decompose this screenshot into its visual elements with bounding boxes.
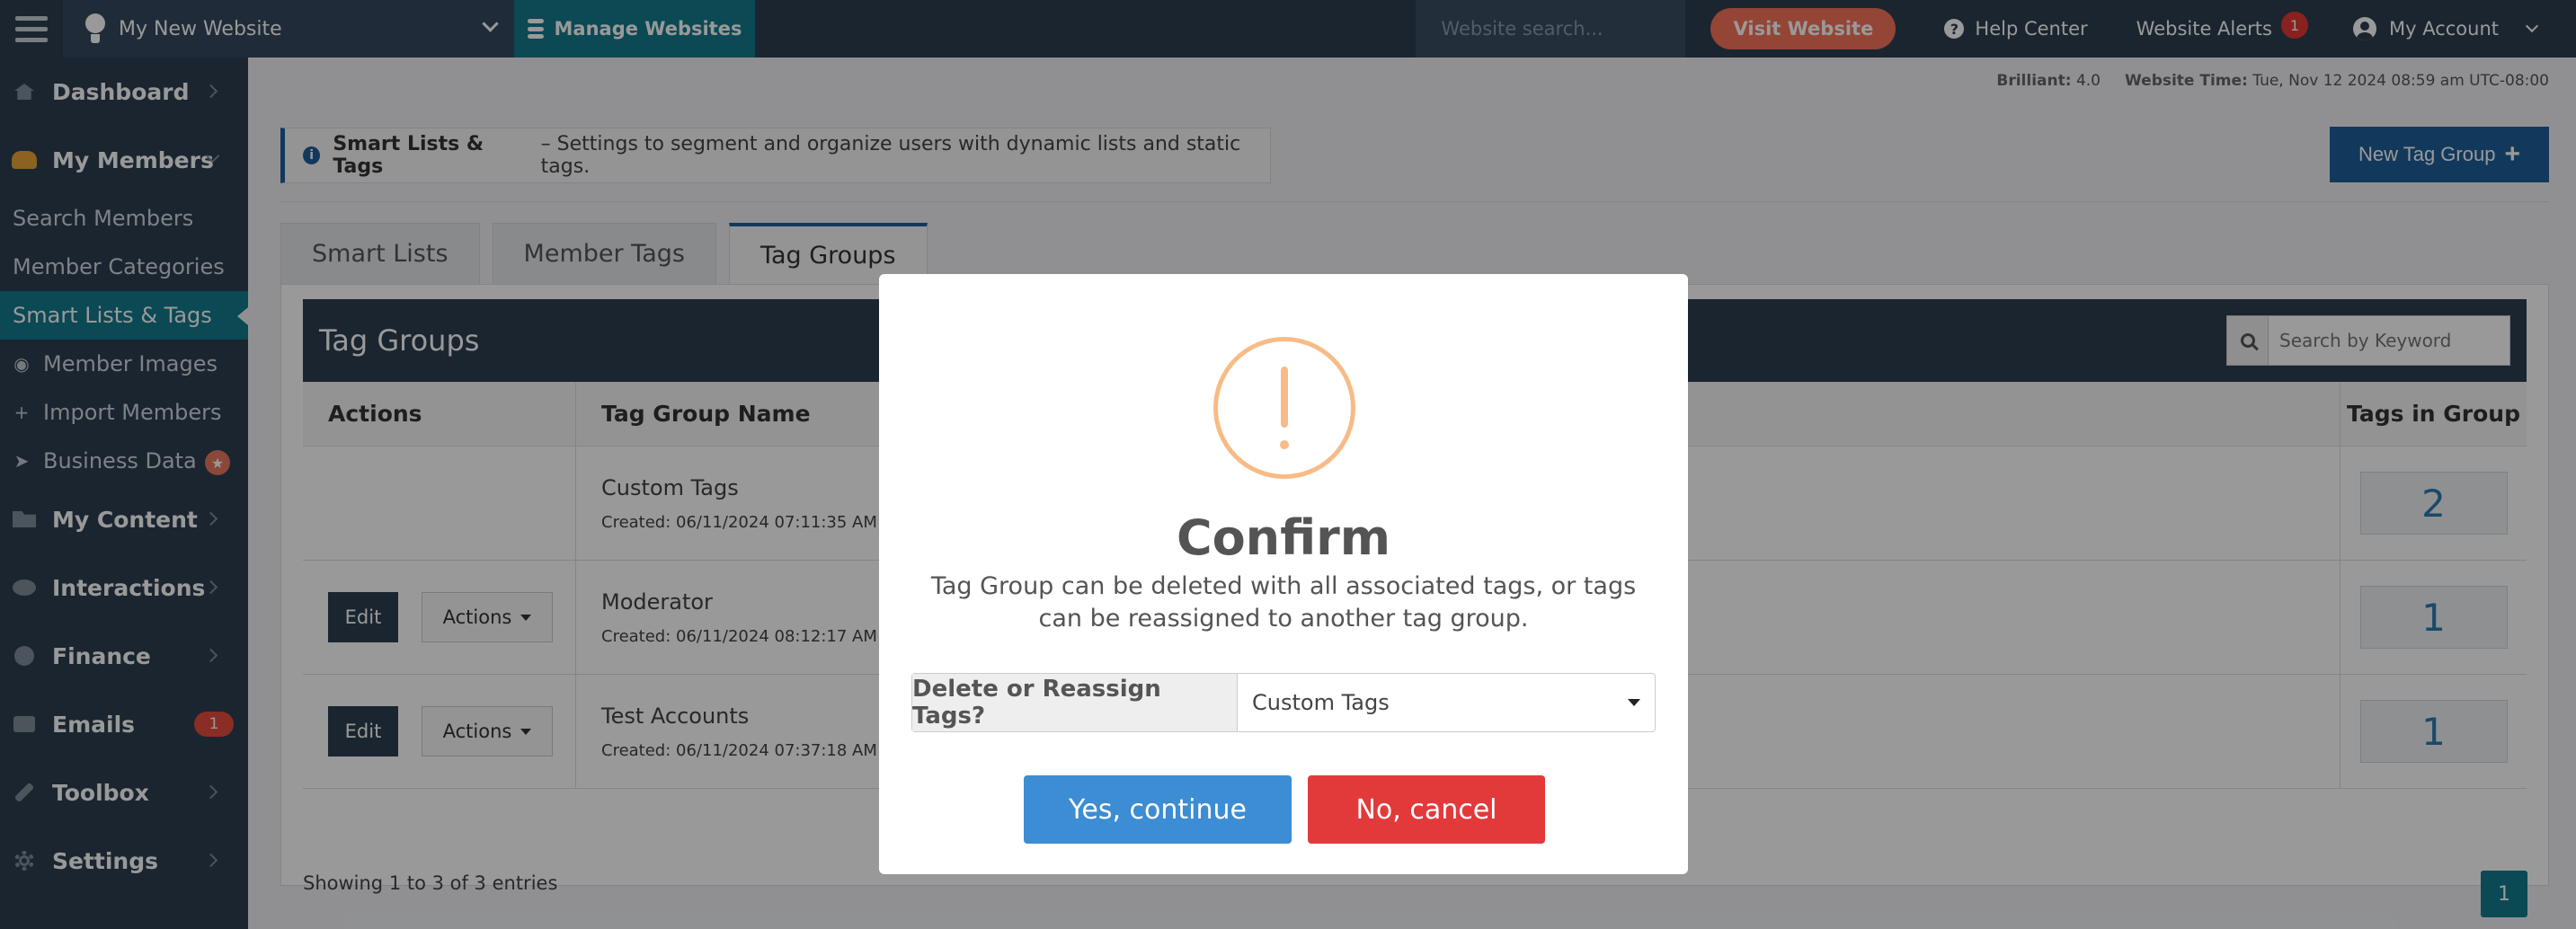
reassign-label: Delete or Reassign Tags? [912, 674, 1238, 731]
dialog-title: Confirm [1176, 509, 1391, 566]
reassign-select[interactable]: Custom Tags [1238, 674, 1655, 731]
no-cancel-button[interactable]: No, cancel [1308, 775, 1545, 844]
reassign-select-value: Custom Tags [1252, 690, 1390, 715]
caret-down-icon [1628, 699, 1640, 706]
reassign-field: Delete or Reassign Tags? Custom Tags [911, 673, 1656, 732]
dialog-message: Tag Group can be deleted with all associ… [930, 572, 1637, 633]
yes-continue-button[interactable]: Yes, continue [1024, 775, 1292, 844]
warning-icon [1213, 337, 1355, 479]
confirm-dialog: Confirm Tag Group can be deleted with al… [879, 274, 1688, 874]
